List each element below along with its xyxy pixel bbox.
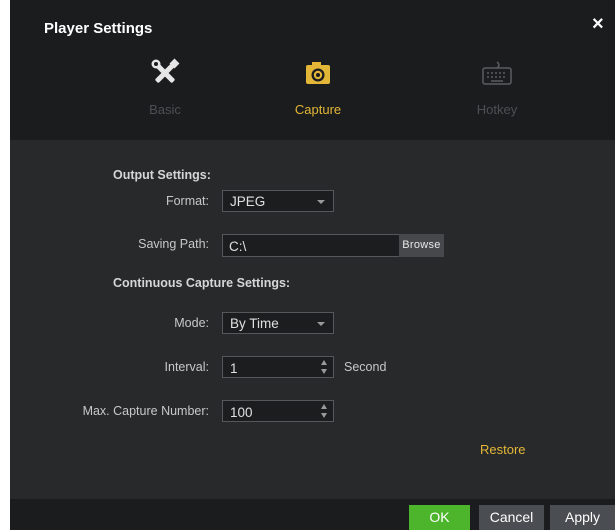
tab-capture-label: Capture (294, 102, 342, 117)
tab-hotkey[interactable]: Hotkey (442, 56, 552, 117)
chevron-down-icon (317, 322, 325, 326)
spin-up-icon[interactable] (321, 404, 327, 409)
tools-icon (110, 56, 220, 92)
format-label: Format: (165, 194, 209, 208)
spin-up-icon[interactable] (321, 360, 327, 365)
tab-basic-label: Basic (149, 102, 181, 117)
saving-path-input[interactable]: C:\ (222, 234, 400, 257)
spin-down-icon[interactable] (321, 413, 327, 418)
mode-label: Mode: (174, 316, 209, 330)
format-value: JPEG (230, 194, 266, 209)
interval-unit: Second (344, 360, 387, 374)
continuous-capture-heading: Continuous Capture Settings: (113, 276, 291, 290)
output-settings-heading: Output Settings: (113, 168, 211, 182)
max-capture-stepper[interactable]: 100 (222, 400, 334, 422)
saving-path-value: C:\ (229, 239, 247, 254)
window-edge (0, 0, 10, 530)
mode-value: By Time (230, 316, 279, 331)
spin-down-icon[interactable] (321, 369, 327, 374)
restore-link[interactable]: Restore (480, 442, 526, 457)
tab-hotkey-label: Hotkey (476, 102, 518, 117)
format-select[interactable]: JPEG (222, 190, 334, 212)
saving-path-label: Saving Path: (138, 237, 209, 251)
close-icon[interactable]: × (592, 14, 604, 34)
dialog-header: Player Settings × Basic Capture Hotkey (10, 0, 615, 140)
dialog-title: Player Settings (44, 20, 153, 37)
camera-icon (263, 56, 373, 92)
apply-button[interactable]: Apply (550, 505, 615, 530)
interval-stepper[interactable]: 1 (222, 356, 334, 378)
keyboard-icon (442, 56, 552, 92)
max-capture-value: 100 (230, 405, 253, 420)
interval-label: Interval: (164, 360, 209, 374)
interval-value: 1 (230, 361, 238, 376)
player-settings-dialog: Player Settings × Basic Capture Hotkey O… (10, 0, 615, 530)
ok-button[interactable]: OK (409, 505, 470, 530)
cancel-button[interactable]: Cancel (479, 505, 544, 530)
tab-capture[interactable]: Capture (263, 56, 373, 117)
mode-select[interactable]: By Time (222, 312, 334, 334)
tab-basic[interactable]: Basic (110, 56, 220, 117)
max-capture-label: Max. Capture Number: (82, 404, 209, 418)
chevron-down-icon (317, 200, 325, 204)
browse-button[interactable]: Browse (399, 234, 444, 257)
